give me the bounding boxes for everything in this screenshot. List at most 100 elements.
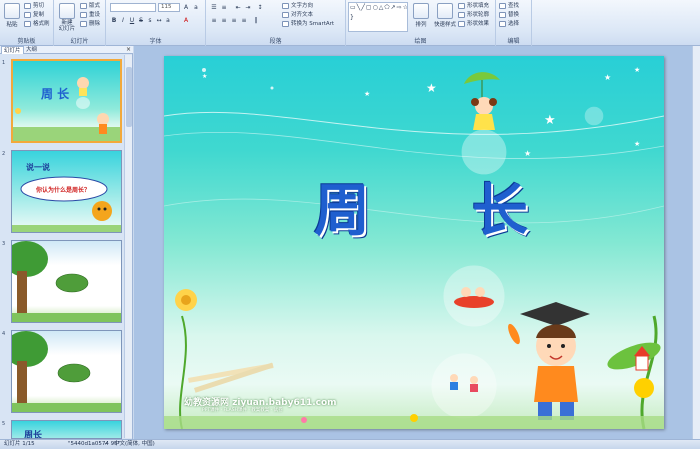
justify-icon[interactable]: ≡ [240, 16, 248, 24]
slide-workspace: ★ ★ ★ ★ ★ ★ ★ ★ 周 长 幼教资源网 ziyuan.baby611… [134, 46, 700, 439]
drawing-group: ▭╲╱▢○△⬠↗⇨☆{ } 排列 快速样式 形状填充 形状轮廓 形状效果 绘图 [346, 0, 496, 46]
find-button[interactable]: 查找 [499, 2, 519, 10]
binoculars-icon [499, 3, 506, 9]
slide-thumb-1[interactable]: 周 长 [11, 59, 122, 143]
cut-button[interactable]: 剪切 [24, 2, 44, 10]
quick-styles-icon [437, 3, 453, 19]
font-name-combo[interactable] [110, 3, 156, 12]
copy-button[interactable]: 复制 [24, 11, 44, 19]
shape-effects-button[interactable]: 形状效果 [458, 20, 489, 28]
select-button[interactable]: 选择 [499, 20, 519, 28]
bold-icon[interactable]: B [110, 16, 118, 24]
underline-icon[interactable]: U [128, 16, 136, 24]
paste-button[interactable]: 粘贴 [1, 1, 23, 28]
slide-title-char[interactable]: 周 [314, 166, 370, 247]
replace-button[interactable]: 替换 [499, 11, 519, 19]
slide-number: 5 [2, 421, 6, 427]
star-icon: ★ [202, 73, 207, 80]
scissors-icon [24, 3, 31, 9]
copy-icon [24, 12, 31, 18]
thumb-girl-body [79, 88, 87, 96]
graduation-cap-icon [520, 302, 590, 326]
thumb-bubble [76, 97, 90, 109]
star-icon: ★ [524, 149, 531, 158]
shapes-gallery[interactable]: ▭╲╱▢○△⬠↗⇨☆{ } [348, 2, 408, 32]
shrink-font-icon[interactable]: a [192, 3, 200, 11]
reset-icon [80, 12, 87, 18]
star-icon: ★ [364, 90, 370, 98]
editing-label: 编辑 [507, 38, 520, 45]
language-indicator[interactable]: 中文(简体, 中国) [114, 440, 155, 449]
shape-outline-button[interactable]: 形状轮廓 [458, 11, 489, 19]
star-icon: ★ [604, 73, 611, 82]
close-pane-icon[interactable]: × [126, 46, 131, 54]
spellcheck-icon[interactable]: ✓ [104, 440, 109, 449]
pane-scrollbar[interactable] [124, 55, 132, 438]
format-painter-button[interactable]: 格式刷 [24, 20, 50, 28]
thumb-grass [12, 225, 121, 232]
text-direction-button[interactable]: 文字方向 [282, 2, 313, 10]
leaf-boat-icon [454, 296, 494, 308]
pencil-icon [508, 323, 520, 345]
grow-font-icon[interactable]: A [182, 3, 190, 11]
align-center-icon[interactable]: ≡ [220, 16, 228, 24]
increase-indent-icon[interactable]: ⇥ [244, 3, 252, 11]
delete-slide-button[interactable]: 删除 [80, 20, 100, 28]
shape-fill-button[interactable]: 形状填充 [458, 2, 489, 10]
slide-thumb-3[interactable] [11, 240, 122, 323]
numbering-icon[interactable]: ≡ [220, 3, 228, 11]
fill-icon [458, 3, 465, 9]
columns-icon[interactable]: ‖ [252, 16, 260, 24]
thumb-title: 周长 [24, 431, 43, 439]
current-slide[interactable]: ★ ★ ★ ★ ★ ★ ★ ★ 周 长 幼教资源网 ziyuan.baby611… [164, 56, 664, 429]
flower-icon [634, 378, 654, 398]
slide-number: 1 [2, 60, 6, 66]
decrease-indent-icon[interactable]: ⇤ [234, 3, 242, 11]
tab-outline[interactable]: 大纲 [24, 46, 39, 54]
clipboard-group: 粘贴 剪切 复制 格式刷 剪贴板 [0, 0, 54, 46]
effects-icon [458, 21, 465, 27]
text-direction-icon [282, 3, 289, 9]
quick-styles-button[interactable]: 快速样式 [432, 1, 458, 28]
vine-icon [179, 315, 187, 429]
align-text-button[interactable]: 对齐文本 [282, 11, 313, 19]
slide-artwork: ★ ★ ★ ★ ★ ★ ★ ★ [164, 66, 664, 429]
slide-title-char[interactable]: 长 [472, 166, 528, 247]
thumb-question: 你认为什么是周长？ [36, 187, 91, 194]
star-icon: ★ [634, 140, 640, 148]
strikethrough-icon[interactable]: S [137, 16, 145, 24]
slide-thumb-2[interactable]: 说一说 你认为什么是周长？ [11, 150, 122, 233]
vine-icon [640, 315, 658, 429]
font-size-combo[interactable]: 115 [158, 3, 180, 12]
thumb-boy-body [99, 124, 107, 134]
shadow-icon[interactable]: s [146, 16, 154, 24]
slide-thumb-4[interactable] [11, 330, 122, 413]
change-case-icon[interactable]: a [164, 16, 172, 24]
layout-icon [80, 3, 87, 9]
thumb-leaf-icon [57, 363, 91, 383]
spacing-icon[interactable]: ↔ [155, 16, 163, 24]
font-color-icon[interactable]: A [182, 16, 190, 24]
slide-thumb-5[interactable]: 周长 [11, 420, 122, 439]
new-slide-icon [59, 3, 75, 19]
align-left-icon[interactable]: ≡ [210, 16, 218, 24]
align-text-icon [282, 12, 289, 18]
italic-icon[interactable]: I [119, 16, 127, 24]
font-group: 115 A a B I U S s ↔ a A 字体 [106, 0, 206, 46]
slide-number: 3 [2, 241, 6, 247]
arrange-button[interactable]: 排列 [410, 1, 432, 28]
pane-scroll-thumb[interactable] [126, 67, 132, 127]
line-spacing-icon[interactable]: ↕ [256, 3, 264, 11]
slide-counter: 幻灯片 1/15 [4, 441, 35, 447]
align-right-icon[interactable]: ≡ [230, 16, 238, 24]
thumb-grass [12, 313, 121, 322]
bullets-icon[interactable]: ☰ [210, 3, 218, 11]
swoosh-line [164, 198, 664, 224]
layout-button[interactable]: 版式 [80, 2, 100, 10]
tab-slides[interactable]: 幻灯片 [1, 46, 24, 54]
new-slide-button[interactable]: 新建 幻灯片 [56, 1, 78, 32]
smartart-button[interactable]: 转换为 SmartArt [282, 20, 334, 28]
workspace-scrollbar[interactable] [692, 46, 700, 439]
reset-button[interactable]: 重设 [80, 11, 100, 19]
pane-tabs: 幻灯片 大纲 × [0, 46, 133, 54]
